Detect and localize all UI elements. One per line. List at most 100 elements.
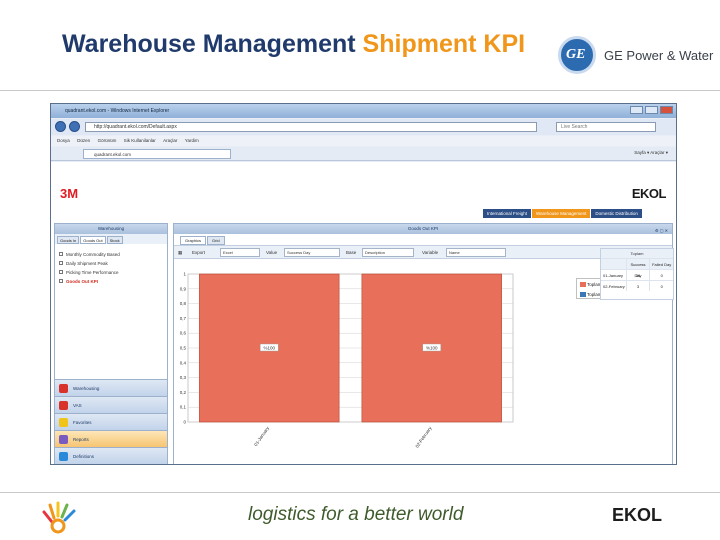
- y-tick-label: 0,2: [180, 390, 187, 395]
- chart-icon: [59, 435, 68, 444]
- partner-name: GE Power & Water: [604, 48, 714, 63]
- menu-tools[interactable]: Araçlar: [163, 138, 177, 143]
- y-tick-label: 0,8: [180, 301, 187, 306]
- nav-definitions[interactable]: Definitions: [55, 447, 167, 464]
- report-toolbar: ▦ Export Excel Value Success Day Base De…: [174, 245, 672, 259]
- x-tick-label: 01-January: [253, 425, 270, 447]
- value-select[interactable]: Success Day: [284, 248, 340, 257]
- address-row: http://quadrant.ekol.com/Default.aspx Li…: [51, 119, 676, 135]
- search-input[interactable]: Live Search: [556, 122, 656, 132]
- menu-help[interactable]: Yardim: [185, 138, 199, 143]
- warehouse-icon: [59, 384, 68, 393]
- menu-view[interactable]: Görünüm: [98, 138, 117, 143]
- report-panel: Goods Out KPI ⚙ ▢ ✕ Graphics Grid ▦ Expo…: [173, 223, 674, 464]
- footer-ekol-logo: EKOL: [612, 505, 663, 525]
- tab-graphics[interactable]: Graphics: [180, 236, 207, 245]
- y-tick-label: 0,6: [180, 331, 187, 336]
- report-list: Monthly Commodity Based Daily Shipment P…: [55, 244, 167, 292]
- minimize-icon[interactable]: [630, 106, 643, 114]
- report-item-selected[interactable]: Goods Out KPI: [59, 277, 163, 286]
- tab-domestic-distribution[interactable]: Domestic Distribution: [591, 209, 642, 218]
- star-icon: [59, 418, 68, 427]
- variable-label: Variable: [422, 250, 439, 255]
- y-tick-label: 0,1: [180, 405, 187, 410]
- menu-edit[interactable]: Düzen: [77, 138, 90, 143]
- nav-favorites[interactable]: Favorites: [55, 413, 167, 430]
- nav-reports[interactable]: Reports: [55, 430, 167, 447]
- tab-warehouse-management[interactable]: Warehouse Management: [532, 209, 591, 218]
- chart-icon[interactable]: ▦: [178, 250, 182, 256]
- panel-tools-icon[interactable]: ⚙ ▢ ✕: [655, 226, 668, 236]
- browser-tab[interactable]: quadrant.ekol.com: [83, 149, 231, 159]
- sidebar-tabs: Goods In Goods Out Stock: [55, 234, 167, 244]
- report-item[interactable]: Picking Time Performance: [59, 268, 163, 277]
- menu-favorites[interactable]: Sik Kullanilanlar: [124, 138, 156, 143]
- summary-grid: Toplam Success Day Failed Day 01-January…: [600, 248, 674, 300]
- 3m-logo: 3M: [60, 186, 79, 201]
- view-tabs: Graphics Grid: [174, 234, 672, 245]
- y-tick-label: 0,4: [180, 360, 187, 365]
- vas-icon: [59, 401, 68, 410]
- tab-stock[interactable]: Stock: [106, 236, 123, 244]
- export-select[interactable]: Excel: [220, 248, 260, 257]
- variable-select[interactable]: Name: [446, 248, 506, 257]
- y-tick-label: 0: [183, 420, 186, 425]
- report-icon: [59, 252, 63, 256]
- header-divider: [0, 90, 720, 91]
- ekol-logo: EKOL: [631, 186, 667, 201]
- report-title: Goods Out KPI: [407, 226, 439, 231]
- legend-swatch: [580, 292, 586, 297]
- tab-goods-in[interactable]: Goods In: [57, 236, 80, 244]
- value-label: Value: [266, 250, 278, 255]
- report-icon: [59, 261, 63, 265]
- settings-icon: [59, 452, 68, 461]
- report-item[interactable]: Monthly Commodity Based: [59, 250, 163, 259]
- tab-goods-out[interactable]: Goods Out: [80, 236, 106, 244]
- ge-logo-icon: [558, 36, 596, 74]
- browser-window: quadrant.ekol.com - Windows Internet Exp…: [50, 103, 677, 465]
- slide-title-accent: Shipment KPI: [362, 30, 526, 58]
- close-icon[interactable]: [660, 106, 673, 114]
- y-tick-label: 0,9: [180, 286, 187, 291]
- page-tools[interactable]: Sayfa ▾ Araçlar ▾: [634, 150, 668, 156]
- report-icon: [59, 270, 63, 274]
- table-row: 01-January 30 0: [601, 269, 673, 280]
- module-tabs: International Freight Warehouse Manageme…: [483, 209, 642, 218]
- tab-grid[interactable]: Grid: [207, 236, 225, 245]
- window-title: quadrant.ekol.com - Windows Internet Exp…: [65, 108, 170, 114]
- grid-title: Toplam: [601, 249, 673, 258]
- legend-swatch: [580, 282, 586, 287]
- sidebar-title: Warehousing: [55, 224, 167, 234]
- menu-bar: Dosya Düzen Görünüm Sik Kullanilanlar Ar…: [51, 136, 676, 146]
- x-tick-label: 02-February: [414, 425, 433, 449]
- report-icon: [59, 279, 63, 283]
- nav-warehousing[interactable]: Warehousing: [55, 379, 167, 396]
- maximize-icon[interactable]: [645, 106, 658, 114]
- forward-icon[interactable]: [69, 121, 80, 132]
- sun-logo-icon: [42, 501, 76, 534]
- y-tick-label: 0,7: [180, 316, 187, 321]
- y-tick-label: 0,5: [180, 346, 187, 351]
- y-tick-label: 1: [183, 272, 186, 277]
- favorites-bar: quadrant.ekol.com Sayfa ▾ Araçlar ▾: [51, 147, 676, 161]
- nav-vas[interactable]: VAS: [55, 396, 167, 413]
- menu-file[interactable]: Dosya: [57, 138, 70, 143]
- address-bar[interactable]: http://quadrant.ekol.com/Default.aspx: [85, 122, 537, 132]
- report-title-bar: Goods Out KPI ⚙ ▢ ✕: [174, 224, 672, 234]
- grid-header-row: Success Day Failed Day: [601, 258, 673, 278]
- sidebar: Warehousing Goods In Goods Out Stock Mon…: [54, 223, 168, 464]
- y-tick-label: 0,3: [180, 375, 187, 380]
- data-label: %100: [426, 346, 438, 351]
- tab-international-freight[interactable]: International Freight: [483, 209, 532, 218]
- report-item[interactable]: Daily Shipment Peak: [59, 259, 163, 268]
- back-icon[interactable]: [55, 121, 66, 132]
- kpi-chart: 0 0,1 0,2 0,3 0,4 0,5 0,6 0,7 0,8 0,9 1 %100 01-Janu…: [180, 272, 514, 449]
- sidebar-nav: Warehousing VAS Favorites Reports Defini…: [55, 379, 167, 464]
- base-select[interactable]: Description: [362, 248, 414, 257]
- export-label: Export: [192, 250, 206, 255]
- data-label: %100: [263, 346, 275, 351]
- window-titlebar: quadrant.ekol.com - Windows Internet Exp…: [51, 104, 676, 118]
- slide-title-main: Warehouse Management: [62, 30, 356, 58]
- page-content: 3M EKOL International Freight Warehouse …: [51, 162, 676, 464]
- footer-divider: [0, 492, 720, 493]
